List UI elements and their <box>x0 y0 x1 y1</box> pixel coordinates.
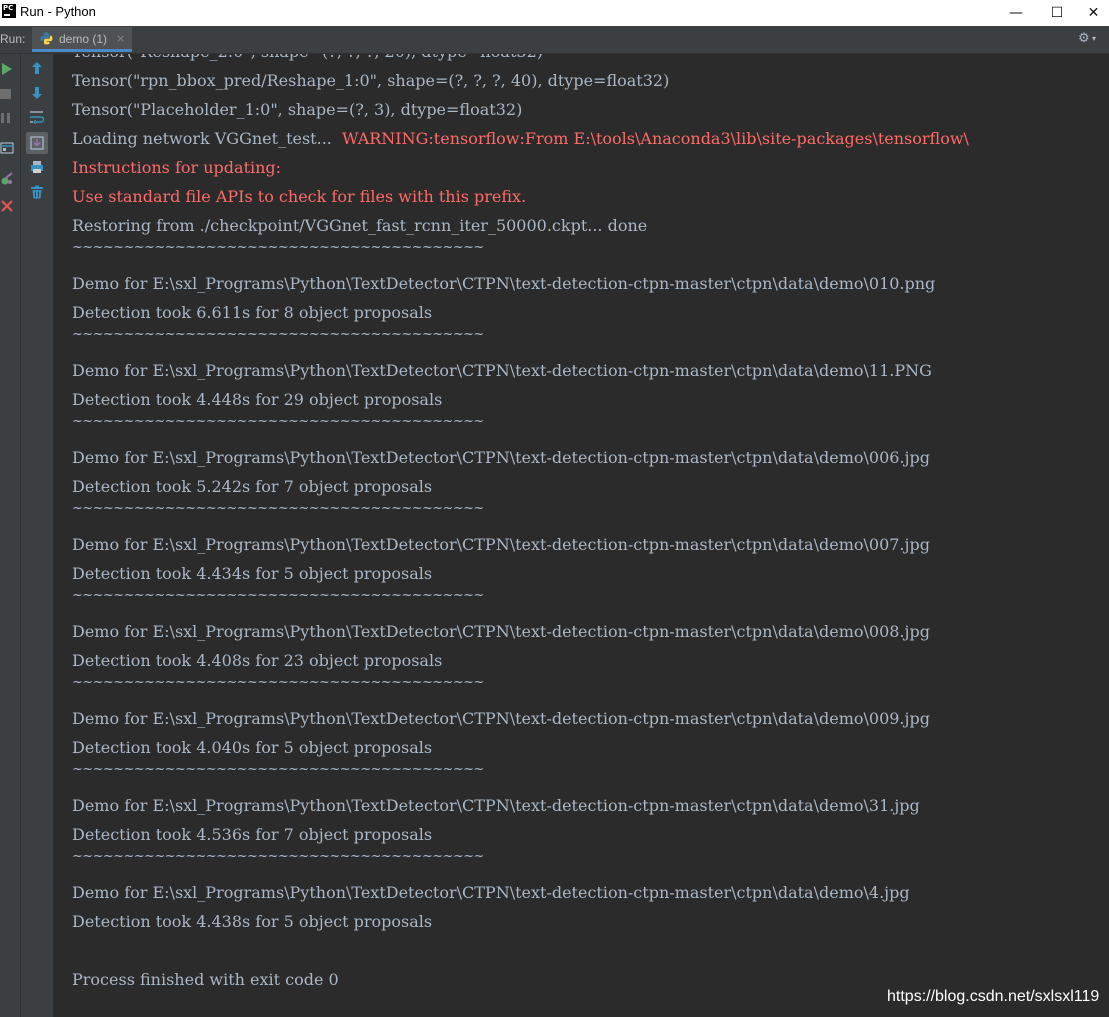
stop-button[interactable] <box>0 87 12 101</box>
warning-text: WARNING:tensorflow:From E:\tools\Anacond… <box>342 129 969 148</box>
console-output[interactable]: Tensor("Reshape_2:0", shape=(?, ?, ?, 20… <box>54 54 1109 1017</box>
watermark: https://blog.csdn.net/sxlsxl119 <box>887 988 1100 1005</box>
console-separator: ~~~~~~~~~~~~~~~~~~~~~~~~~~~~~~~~~~~~~~~~ <box>72 240 484 255</box>
minimize-icon: — <box>1009 5 1023 21</box>
gear-icon[interactable]: ⚙ <box>1078 31 1090 46</box>
detection-line: Detection took 5.242s for 7 object propo… <box>72 477 433 496</box>
console-line: Tensor("Reshape_2:0", shape=(?, ?, ?, 20… <box>72 54 543 62</box>
console-separator: ~~~~~~~~~~~~~~~~~~~~~~~~~~~~~~~~~~~~~~~~ <box>72 414 484 429</box>
window-title: Run - Python <box>20 4 96 19</box>
scroll-to-end-button[interactable] <box>26 132 48 154</box>
print-button[interactable] <box>29 159 45 175</box>
detection-line: Detection took 4.536s for 7 object propo… <box>72 825 433 844</box>
detection-line: Detection took 4.438s for 5 object propo… <box>72 912 433 931</box>
maximize-button[interactable]: ☐ <box>1034 0 1080 26</box>
detection-line: Detection took 6.611s for 8 object propo… <box>72 303 433 322</box>
tab-label: demo (1) <box>59 32 108 46</box>
soft-wrap-icon <box>30 111 45 124</box>
restore-layout-button[interactable] <box>0 140 14 156</box>
close-window-button[interactable]: ✕ <box>1078 0 1109 26</box>
demo-line: Demo for E:\sxl_Programs\Python\TextDete… <box>72 883 910 902</box>
close-icon <box>1 200 13 212</box>
title-bar: PC Run - Python — ☐ ✕ <box>0 0 1109 26</box>
minimize-button[interactable]: — <box>993 0 1039 26</box>
console-separator: ~~~~~~~~~~~~~~~~~~~~~~~~~~~~~~~~~~~~~~~~ <box>72 849 484 864</box>
layout-icon <box>0 142 14 154</box>
attach-debugger-button[interactable] <box>0 171 14 187</box>
print-icon <box>31 161 43 173</box>
console-separator: ~~~~~~~~~~~~~~~~~~~~~~~~~~~~~~~~~~~~~~~~ <box>72 675 484 690</box>
console-line-loading: Loading network VGGnet_test... WARNING:t… <box>72 129 969 149</box>
demo-line: Demo for E:\sxl_Programs\Python\TextDete… <box>72 622 930 641</box>
chevron-down-icon[interactable]: ▾ <box>1092 34 1096 43</box>
console-separator: ~~~~~~~~~~~~~~~~~~~~~~~~~~~~~~~~~~~~~~~~ <box>72 501 484 516</box>
loading-text: Loading network VGGnet_test... <box>72 129 343 148</box>
debug-icon <box>1 172 13 185</box>
run-tool-header: Run: demo (1) × ⚙ ▾ <box>0 26 1109 54</box>
demo-line: Demo for E:\sxl_Programs\Python\TextDete… <box>72 709 930 728</box>
console-separator: ~~~~~~~~~~~~~~~~~~~~~~~~~~~~~~~~~~~~~~~~ <box>72 762 484 777</box>
stop-icon <box>0 89 11 99</box>
next-occurrence-button[interactable] <box>29 85 45 101</box>
soft-wrap-button[interactable] <box>28 109 46 125</box>
demo-line: Demo for E:\sxl_Programs\Python\TextDete… <box>72 796 920 815</box>
process-finished-line: Process finished with exit code 0 <box>72 970 339 989</box>
arrow-down-icon <box>32 87 42 99</box>
run-toolbar-secondary <box>21 54 54 1017</box>
detection-line: Detection took 4.434s for 5 object propo… <box>72 564 433 583</box>
console-separator: ~~~~~~~~~~~~~~~~~~~~~~~~~~~~~~~~~~~~~~~~ <box>72 588 484 603</box>
tab-close-icon[interactable]: × <box>116 32 125 45</box>
console-line: Tensor("Placeholder_1:0", shape=(?, 3), … <box>72 100 523 119</box>
clear-all-button[interactable] <box>29 184 45 200</box>
demo-line: Demo for E:\sxl_Programs\Python\TextDete… <box>72 448 930 467</box>
pause-icon <box>1 113 10 123</box>
demo-line: Demo for E:\sxl_Programs\Python\TextDete… <box>72 361 932 380</box>
run-label: Run: <box>0 32 26 46</box>
console-line: Tensor("rpn_bbox_pred/Reshape_1:0", shap… <box>72 71 670 90</box>
detection-line: Detection took 4.448s for 29 object prop… <box>72 390 443 409</box>
console-error-line: Instructions for updating: <box>72 158 282 177</box>
python-icon <box>40 32 53 45</box>
scroll-to-end-icon <box>30 136 44 150</box>
demo-line: Demo for E:\sxl_Programs\Python\TextDete… <box>72 274 936 293</box>
detection-line: Detection took 4.040s for 5 object propo… <box>72 738 433 757</box>
tab-demo[interactable]: demo (1) × <box>32 27 132 52</box>
pause-button[interactable] <box>0 111 12 125</box>
close-run-button[interactable] <box>0 198 14 214</box>
pycharm-logo-icon: PC <box>2 4 16 18</box>
demo-line: Demo for E:\sxl_Programs\Python\TextDete… <box>72 535 930 554</box>
close-icon: ✕ <box>1087 5 1100 21</box>
run-toolbar-primary <box>0 54 21 1017</box>
console-separator: ~~~~~~~~~~~~~~~~~~~~~~~~~~~~~~~~~~~~~~~~ <box>72 327 484 342</box>
rerun-button[interactable] <box>0 61 14 77</box>
maximize-icon: ☐ <box>1050 5 1064 21</box>
arrow-up-icon <box>32 62 42 74</box>
detection-line: Detection took 4.408s for 23 object prop… <box>72 651 443 670</box>
console-line: Restoring from ./checkpoint/VGGnet_fast_… <box>72 216 648 235</box>
console-error-line: Use standard file APIs to check for file… <box>72 187 527 206</box>
previous-occurrence-button[interactable] <box>29 60 45 76</box>
trash-icon <box>31 185 43 199</box>
play-icon <box>2 63 12 75</box>
